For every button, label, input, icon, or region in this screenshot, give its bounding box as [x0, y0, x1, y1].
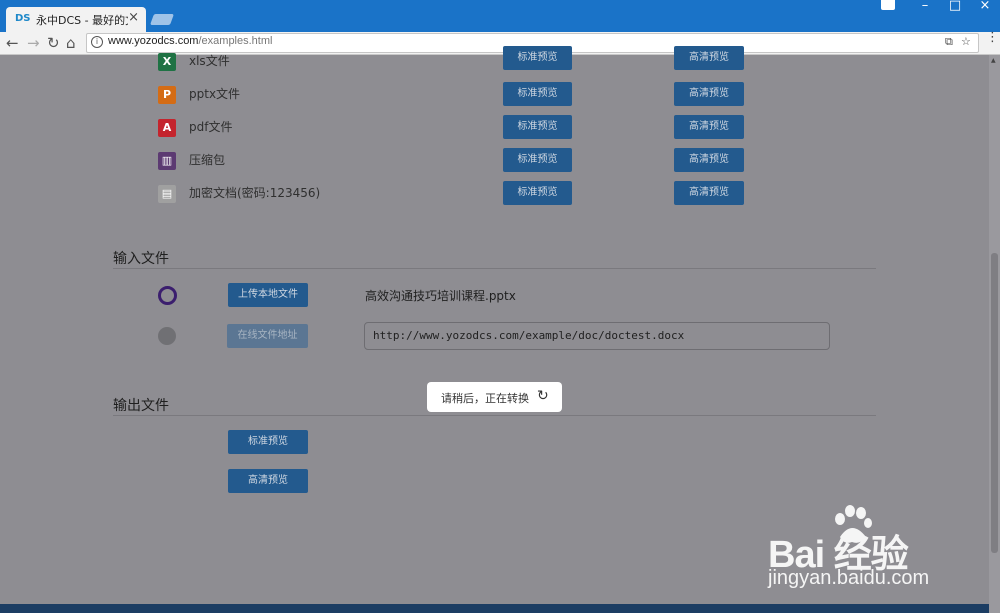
url-domain: www.yozodcs.com	[108, 35, 199, 47]
section-divider	[113, 268, 876, 269]
excel-icon: X	[158, 53, 176, 71]
scrollbar-thumb[interactable]	[991, 253, 998, 553]
maximize-icon[interactable]: □	[940, 0, 970, 14]
bookmark-star-icon[interactable]: ☆	[961, 35, 971, 48]
online-url-value: http://www.yozodcs.com/example/doc/docte…	[373, 329, 685, 342]
file-name: 压缩包	[189, 153, 226, 167]
hd-preview-button[interactable]: 高清预览	[674, 46, 744, 70]
url-path: /examples.html	[198, 35, 273, 47]
online-file-url-button[interactable]: 在线文件地址	[227, 324, 308, 348]
file-name: xls文件	[189, 54, 230, 68]
converting-toast: 请稍后，正在转换 ↻	[427, 382, 562, 412]
file-row: ▤ 加密文档(密码:123456) 标准预览 高清预览	[0, 181, 989, 211]
locked-document-icon: ▤	[158, 185, 176, 203]
browser-tab[interactable]: DS 永中DCS - 最好的文档在 ×	[6, 7, 146, 32]
hd-preview-button[interactable]: 高清预览	[674, 181, 744, 205]
pdf-icon: A	[158, 119, 176, 137]
window-controls: – □ ×	[910, 0, 1000, 14]
output-hd-preview-button[interactable]: 高清预览	[228, 469, 308, 493]
hd-preview-button[interactable]: 高清预览	[674, 115, 744, 139]
standard-preview-button[interactable]: 标准预览	[503, 115, 572, 139]
archive-icon: ▥	[158, 152, 176, 170]
upload-local-radio[interactable]	[158, 286, 177, 305]
hd-preview-button[interactable]: 高清预览	[674, 148, 744, 172]
standard-preview-button[interactable]: 标准预览	[503, 46, 572, 70]
file-name: pdf文件	[189, 120, 233, 134]
upload-local-file-button[interactable]: 上传本地文件	[228, 283, 308, 307]
file-name: 加密文档(密码:123456)	[189, 186, 321, 200]
online-url-input[interactable]: http://www.yozodcs.com/example/doc/docte…	[364, 322, 830, 350]
file-row: X xls文件 标准预览 高清预览	[0, 46, 989, 79]
scroll-up-icon[interactable]: ▲	[991, 57, 996, 64]
standard-preview-button[interactable]: 标准预览	[503, 148, 572, 172]
page-content: X xls文件 标准预览 高清预览 P pptx文件 标准预览 高清预览 A p…	[0, 46, 989, 613]
file-name: pptx文件	[189, 87, 241, 101]
site-favicon-icon: DS	[15, 13, 31, 24]
powerpoint-icon: P	[158, 86, 176, 104]
standard-preview-button[interactable]: 标准预览	[503, 181, 572, 205]
standard-preview-button[interactable]: 标准预览	[503, 82, 572, 106]
hd-preview-button[interactable]: 高清预览	[674, 82, 744, 106]
translate-icon[interactable]: ⧉	[945, 35, 953, 49]
new-tab-button[interactable]	[149, 14, 175, 25]
profile-icon[interactable]	[881, 0, 895, 10]
online-url-radio[interactable]	[158, 327, 176, 345]
output-standard-preview-button[interactable]: 标准预览	[228, 430, 308, 454]
page-footer	[0, 604, 989, 613]
page-scrollbar[interactable]: ▲	[989, 55, 1000, 613]
browser-menu-icon[interactable]: ⋮	[986, 31, 999, 44]
site-info-icon[interactable]: i	[91, 36, 103, 48]
address-url: www.yozodcs.com/examples.html	[108, 35, 272, 47]
file-row: P pptx文件 标准预览 高清预览	[0, 82, 989, 112]
loading-spinner-icon: ↻	[537, 388, 549, 404]
uploaded-file-name: 高效沟通技巧培训课程.pptx	[365, 289, 516, 303]
input-section-title: 输入文件	[113, 251, 169, 267]
output-section-title: 输出文件	[113, 398, 169, 414]
section-divider	[113, 415, 876, 416]
file-row: ▥ 压缩包 标准预览 高清预览	[0, 148, 989, 178]
tab-close-icon[interactable]: ×	[128, 10, 139, 25]
toast-text: 请稍后，正在转换	[441, 392, 529, 405]
browser-tab-bar: DS 永中DCS - 最好的文档在 × – □ ×	[0, 0, 1000, 32]
minimize-icon[interactable]: –	[910, 0, 940, 14]
file-row: A pdf文件 标准预览 高清预览	[0, 115, 989, 145]
window-close-icon[interactable]: ×	[970, 0, 1000, 14]
tab-title: 永中DCS - 最好的文档在	[36, 14, 128, 27]
